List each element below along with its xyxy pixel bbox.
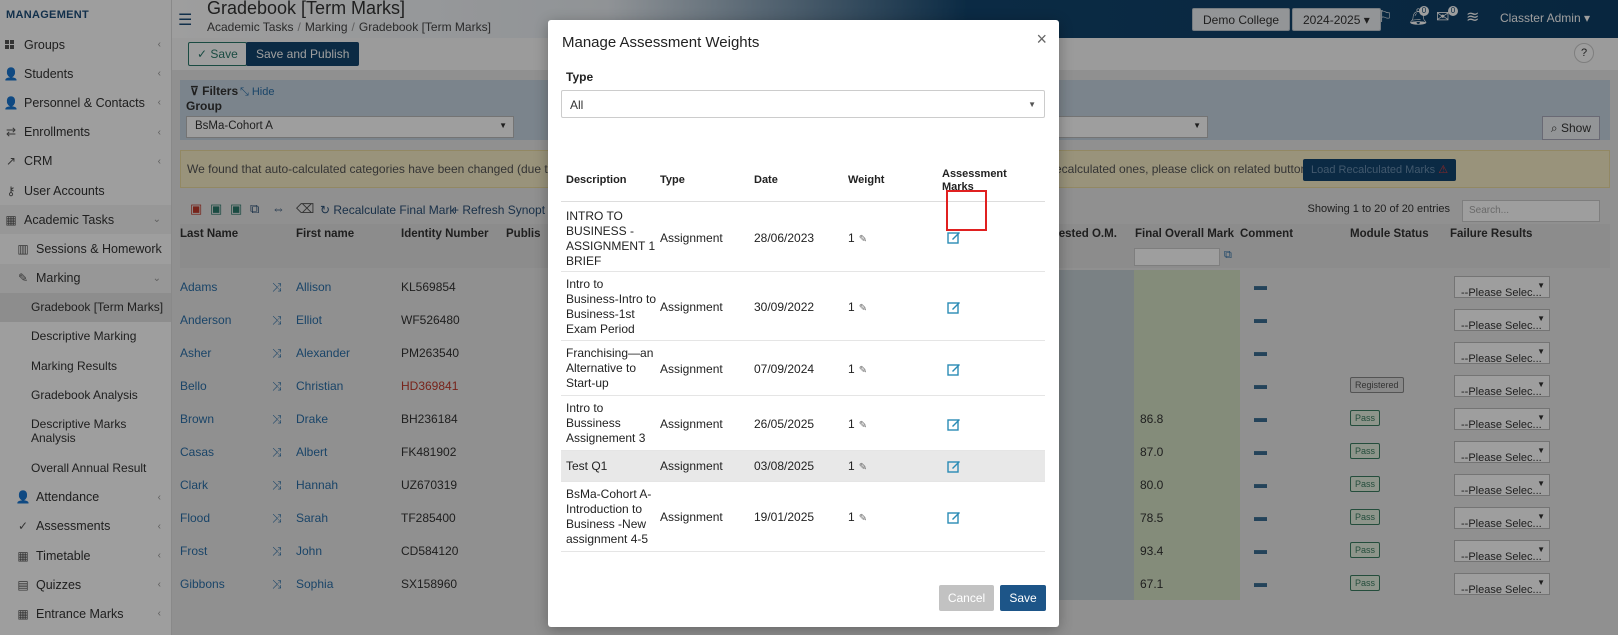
weight-value: 1 [848,231,855,245]
col-weight: Weight [848,174,885,186]
edit-marks-icon[interactable] [947,300,961,314]
col-description: Description [566,174,627,186]
row-description: Intro to Bussiness Assignement 3 [566,401,646,445]
modal-save-button[interactable]: Save [1000,585,1046,611]
row-date: 30/09/2022 [754,300,815,314]
weight-value: 1 [848,459,855,473]
pencil-icon[interactable]: ✎ [859,420,867,431]
edit-marks-icon[interactable] [947,230,961,244]
row-description: Franchising—an Alternative to Start-up [566,346,654,390]
row-date: 03/08/2025 [754,459,815,473]
row-date: 07/09/2024 [754,362,815,376]
row-type: Assignment [660,459,723,473]
weights-row: BsMa-Cohort A-Introduction to Business -… [561,482,1045,552]
col-type: Type [660,174,685,186]
edit-marks-icon[interactable] [947,510,961,524]
row-type: Assignment [660,231,723,245]
row-description: INTRO TO BUSINESS - ASSIGNMENT 1 BRIEF [566,209,656,268]
weights-row: Intro to Bussiness Assignement 3 Assignm… [561,396,1045,451]
modal-title: Manage Assessment Weights [562,34,760,51]
row-type: Assignment [660,417,723,431]
weight-value: 1 [848,362,855,376]
row-date: 28/06/2023 [754,231,815,245]
weights-row: Test Q1 Assignment 03/08/2025 1 ✎ [561,451,1045,482]
pencil-icon[interactable]: ✎ [859,462,867,473]
chevron-down-icon: ▼ [1028,100,1036,109]
row-weight[interactable]: 1 ✎ [848,510,867,524]
weight-value: 1 [848,300,855,314]
edit-marks-icon[interactable] [947,417,961,431]
row-weight[interactable]: 1 ✎ [848,459,867,473]
weight-value: 1 [848,417,855,431]
edit-marks-icon[interactable] [947,362,961,376]
edit-marks-icon[interactable] [947,459,961,473]
row-type: Assignment [660,362,723,376]
pencil-icon[interactable]: ✎ [859,365,867,376]
close-icon[interactable]: × [1036,30,1047,48]
col-date: Date [754,174,778,186]
cancel-button[interactable]: Cancel [939,585,994,611]
weight-value: 1 [848,510,855,524]
weights-row: Intro to Business-Intro to Business-1st … [561,272,1045,341]
row-weight[interactable]: 1 ✎ [848,231,867,245]
highlight-box [946,190,987,231]
weights-row: Franchising—an Alternative to Start-up A… [561,341,1045,396]
row-date: 19/01/2025 [754,510,815,524]
pencil-icon[interactable]: ✎ [859,303,867,314]
type-value: All [570,98,584,112]
row-weight[interactable]: 1 ✎ [848,417,867,431]
row-description: Test Q1 [566,459,608,473]
pencil-icon[interactable]: ✎ [859,234,867,245]
row-description: Intro to Business-Intro to Business-1st … [566,277,657,336]
type-label: Type [566,70,594,84]
row-type: Assignment [660,300,723,314]
row-description: BsMa-Cohort A-Introduction to Business -… [566,487,652,546]
row-type: Assignment [660,510,723,524]
row-weight[interactable]: 1 ✎ [848,362,867,376]
type-select[interactable]: All ▼ [561,90,1045,118]
row-weight[interactable]: 1 ✎ [848,300,867,314]
pencil-icon[interactable]: ✎ [859,513,867,524]
row-date: 26/05/2025 [754,417,815,431]
manage-assessment-weights-modal: Manage Assessment Weights × Type All ▼ D… [548,20,1059,627]
